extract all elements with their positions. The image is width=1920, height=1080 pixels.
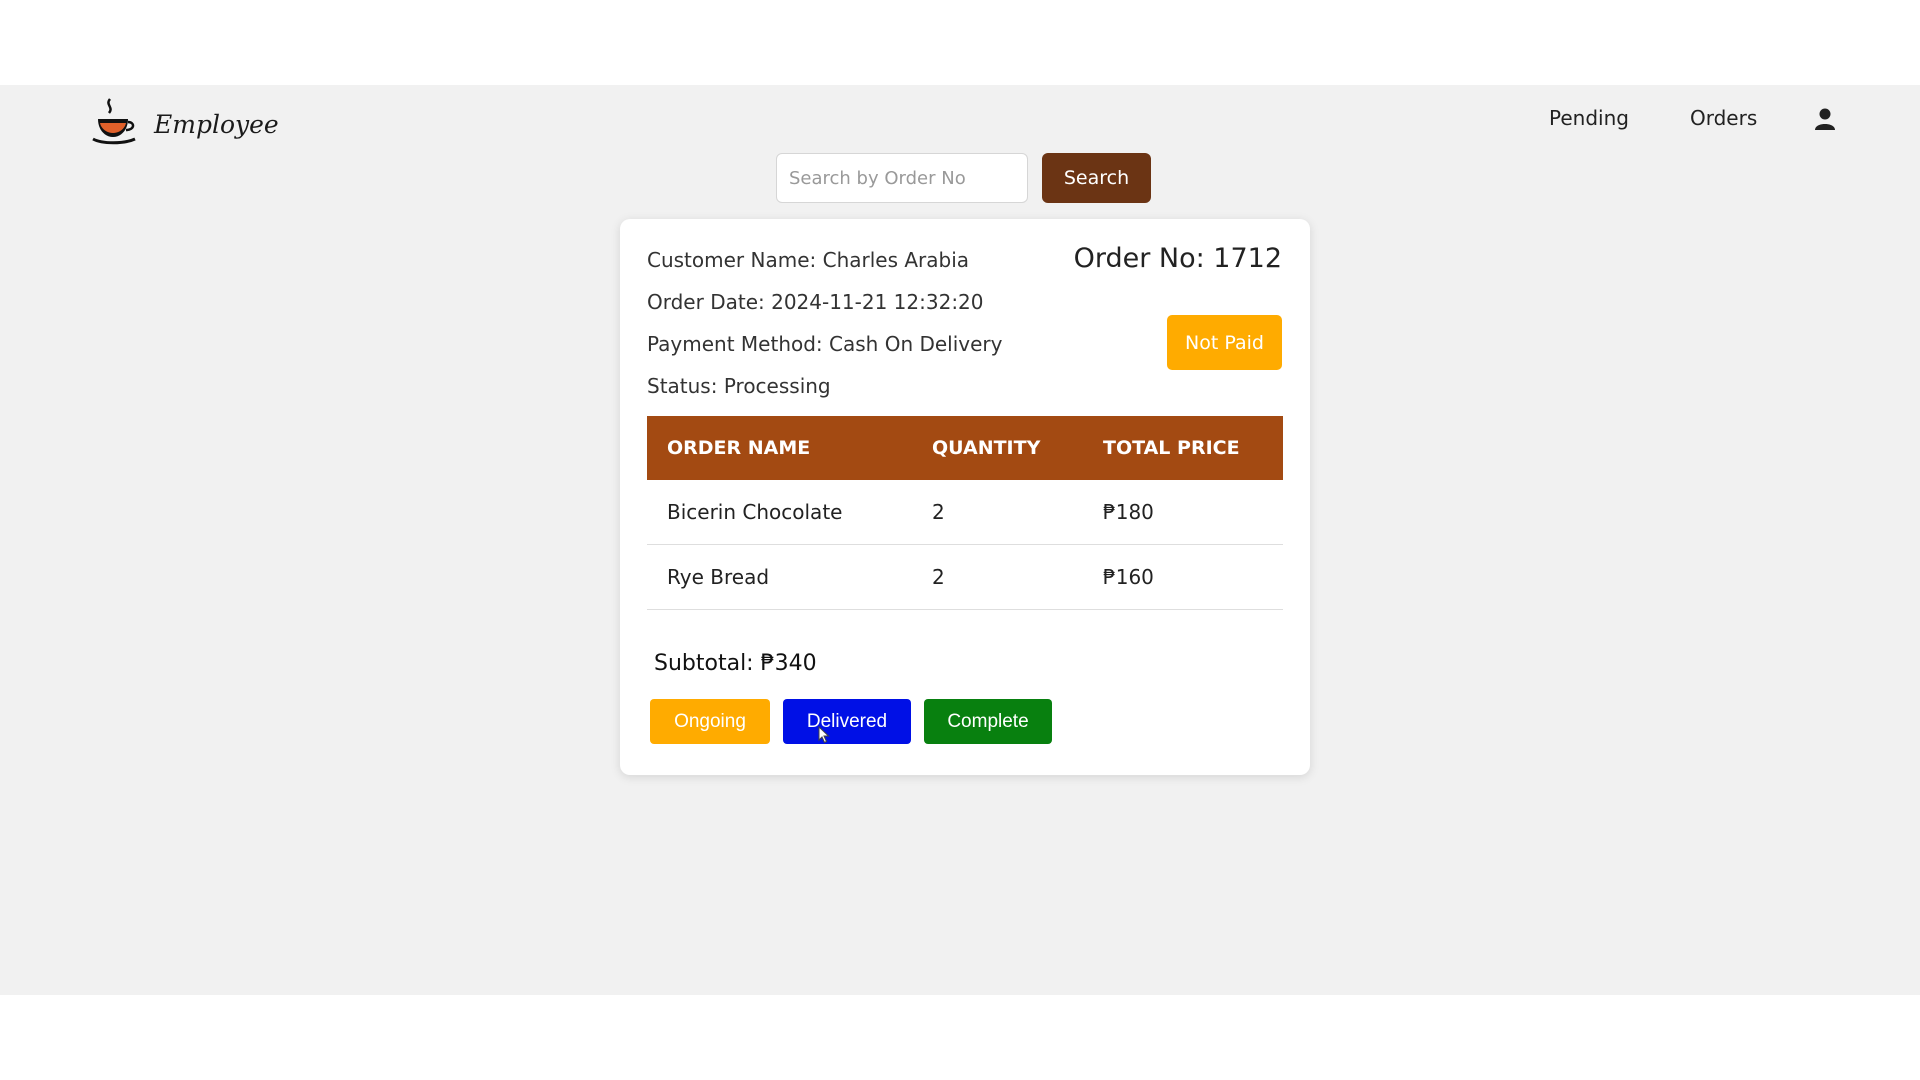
nav-pending-link[interactable]: Pending [1549, 106, 1629, 130]
coffee-cup-logo-icon [92, 97, 136, 145]
complete-button[interactable]: Complete [924, 699, 1052, 744]
status-actions: Ongoing Delivered Complete [650, 699, 1065, 744]
subtotal: Subtotal: ₱340 [654, 651, 817, 676]
column-header-quantity: QUANTITY [912, 416, 1083, 480]
payment-status-badge: Not Paid [1167, 315, 1282, 370]
search-bar: Search [776, 153, 1151, 203]
search-input[interactable] [776, 153, 1028, 203]
nav-orders-link[interactable]: Orders [1690, 106, 1757, 130]
item-total-price: ₱180 [1083, 480, 1283, 545]
payment-method: Payment Method: Cash On Delivery [647, 332, 1003, 356]
delivered-button[interactable]: Delivered [783, 699, 911, 744]
table-row: Bicerin Chocolate 2 ₱180 [647, 480, 1283, 545]
app-container: Employee Pending Orders Search Customer … [0, 85, 1920, 995]
order-date: Order Date: 2024-11-21 12:32:20 [647, 290, 984, 314]
column-header-order-name: ORDER NAME [647, 416, 912, 480]
table-row: Rye Bread 2 ₱160 [647, 544, 1283, 610]
order-number: Order No: 1712 [1073, 243, 1282, 274]
search-button[interactable]: Search [1042, 153, 1151, 203]
mouse-cursor-icon [818, 725, 830, 748]
column-header-total-price: TOTAL PRICE [1083, 416, 1283, 480]
item-name: Rye Bread [647, 544, 912, 610]
item-total-price: ₱160 [1083, 544, 1283, 610]
brand[interactable]: Employee [92, 97, 279, 145]
order-items-table: ORDER NAME QUANTITY TOTAL PRICE Bicerin … [647, 416, 1283, 610]
brand-name: Employee [154, 109, 279, 139]
item-name: Bicerin Chocolate [647, 480, 912, 545]
order-status: Status: Processing [647, 374, 831, 398]
ongoing-button[interactable]: Ongoing [650, 699, 770, 744]
customer-name: Customer Name: Charles Arabia [647, 248, 970, 272]
item-quantity: 2 [912, 480, 1083, 545]
order-card: Customer Name: Charles Arabia Order Date… [620, 219, 1310, 775]
table-header-row: ORDER NAME QUANTITY TOTAL PRICE [647, 416, 1283, 480]
item-quantity: 2 [912, 544, 1083, 610]
user-icon[interactable] [1814, 107, 1836, 131]
